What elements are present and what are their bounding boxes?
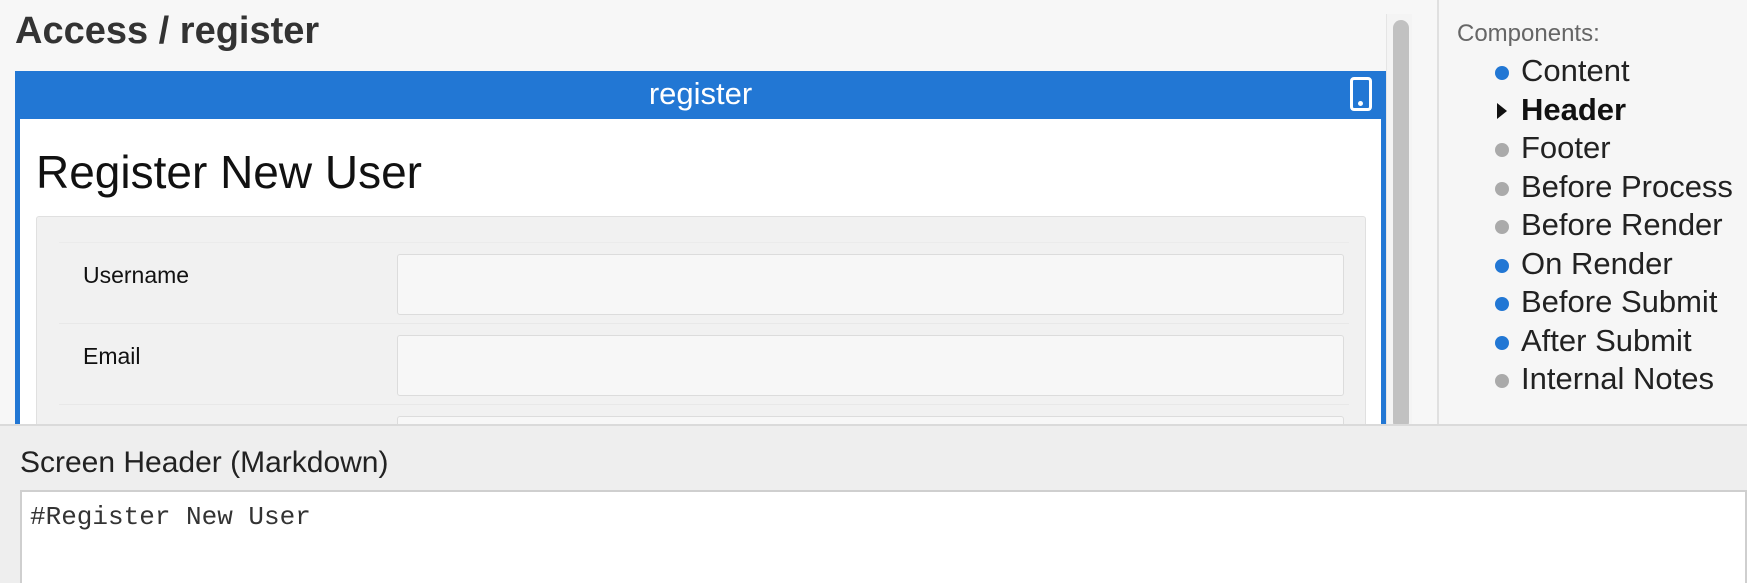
status-dot-icon	[1495, 181, 1509, 196]
editor-title: Screen Header (Markdown)	[20, 446, 389, 479]
status-dot-icon	[1495, 220, 1509, 234]
component-item-before-submit[interactable]: Before Submit	[1491, 283, 1733, 322]
screen-heading: Register New User	[36, 146, 422, 198]
email-input[interactable]	[397, 335, 1344, 396]
email-label: Email	[83, 343, 141, 369]
app-root: Access / register register Register New …	[0, 0, 1747, 583]
component-item-label: Before Render	[1521, 207, 1723, 242]
preview-scrollbar-thumb[interactable]	[1393, 20, 1409, 430]
component-item-on-render[interactable]: On Render	[1491, 245, 1733, 284]
component-item-label: Footer	[1521, 130, 1611, 165]
component-item-label: On Render	[1521, 245, 1673, 281]
status-dot-icon	[1495, 258, 1509, 273]
status-dot-icon	[1495, 297, 1509, 311]
components-panel: Components: Content Header Footer Before Pr…	[1439, 0, 1747, 424]
component-item-label: Content	[1521, 53, 1630, 88]
component-item-content[interactable]: Content	[1491, 52, 1733, 91]
username-input[interactable]	[397, 254, 1344, 315]
component-item-internal-notes[interactable]: Internal Notes	[1491, 360, 1733, 399]
status-dot-icon	[1495, 66, 1509, 80]
form-row-username: Username	[59, 242, 1349, 320]
component-item-label: After Submit	[1521, 322, 1692, 358]
frame-title: register	[648, 76, 753, 111]
register-form: Username Email	[36, 216, 1366, 439]
components-title: Components:	[1457, 20, 1600, 47]
status-dot-icon	[1495, 143, 1509, 157]
markdown-editor[interactable]: #Register New User	[20, 490, 1747, 583]
caret-right-icon	[1497, 102, 1507, 119]
components-list: Content Header Footer Before Process Before …	[1491, 52, 1733, 399]
component-item-before-process[interactable]: Before Process	[1491, 168, 1733, 207]
form-row-email: Email	[59, 323, 1349, 401]
mobile-phone-icon[interactable]	[1350, 77, 1372, 111]
component-item-label: Header	[1521, 91, 1627, 127]
component-item-after-submit[interactable]: After Submit	[1491, 322, 1733, 361]
page-title: Access / register	[15, 10, 320, 52]
component-item-label: Internal Notes	[1521, 361, 1714, 396]
status-dot-icon	[1495, 374, 1509, 388]
editor-panel: Screen Header (Markdown) #Register New U…	[0, 424, 1747, 583]
username-label: Username	[83, 262, 190, 288]
component-item-before-render[interactable]: Before Render	[1491, 206, 1733, 245]
component-item-label: Before Process	[1521, 168, 1733, 204]
preview-frame: register Register New User Username Emai…	[15, 71, 1386, 439]
component-item-header[interactable]: Header	[1491, 91, 1733, 130]
status-dot-icon	[1495, 335, 1509, 350]
preview-area: Access / register register Register New …	[0, 0, 1437, 439]
preview-screen: Register New User Username Email	[20, 119, 1381, 439]
component-item-label: Before Submit	[1521, 284, 1718, 319]
component-item-footer[interactable]: Footer	[1491, 129, 1733, 168]
